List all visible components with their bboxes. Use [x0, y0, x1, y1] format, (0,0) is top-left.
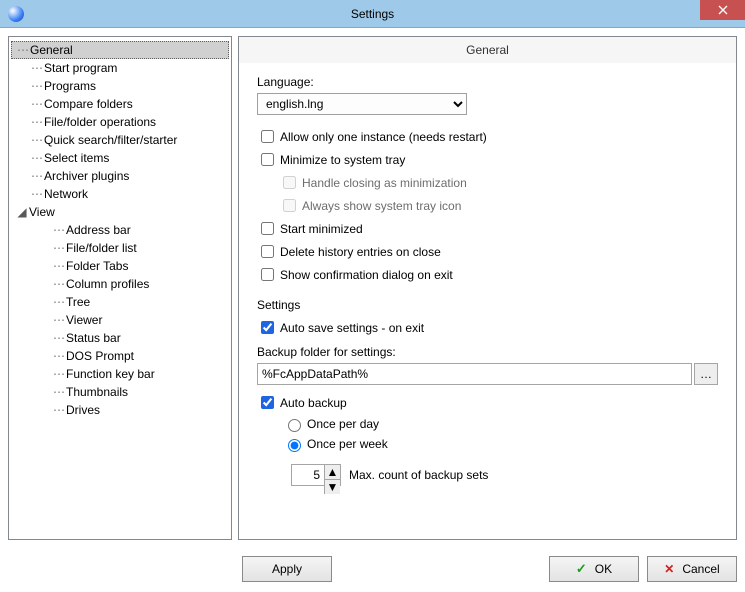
tree-item-label: Drives: [66, 403, 100, 417]
tree-item-label: Archiver plugins: [44, 169, 129, 183]
tree-item-label: Programs: [44, 79, 96, 93]
once-per-day-label: Once per day: [307, 417, 379, 431]
ok-button[interactable]: ✓OK: [549, 556, 639, 582]
always-tray-icon-checkbox: [283, 199, 296, 212]
close-button[interactable]: [700, 0, 745, 20]
language-select[interactable]: english.lng: [257, 93, 467, 115]
tree-item-label: Function key bar: [66, 367, 155, 381]
panel-header: General: [239, 37, 736, 63]
tree-item-view[interactable]: ◢View: [11, 203, 229, 221]
tree-item-status-bar[interactable]: ⋯Status bar: [11, 329, 229, 347]
tree-collapse-icon[interactable]: ◢: [15, 205, 29, 219]
auto-backup-checkbox[interactable]: [261, 396, 274, 409]
tree-item-archiver-plugins[interactable]: ⋯Archiver plugins: [11, 167, 229, 185]
delete-history-checkbox[interactable]: [261, 245, 274, 258]
close-icon: [718, 5, 728, 15]
chevron-up-icon: ▲: [327, 465, 339, 479]
tree-item-file-folder-list[interactable]: ⋯File/folder list: [11, 239, 229, 257]
tree-item-label: Address bar: [66, 223, 131, 237]
tree-item-quick-search-filter-starter[interactable]: ⋯Quick search/filter/starter: [11, 131, 229, 149]
delete-history-label: Delete history entries on close: [280, 245, 441, 259]
start-minimized-label: Start minimized: [280, 222, 363, 236]
apply-button[interactable]: Apply: [242, 556, 332, 582]
allow-one-instance-checkbox[interactable]: [261, 130, 274, 143]
tree-item-label: Start program: [44, 61, 117, 75]
tree-item-programs[interactable]: ⋯Programs: [11, 77, 229, 95]
tree-item-thumbnails[interactable]: ⋯Thumbnails: [11, 383, 229, 401]
auto-backup-label: Auto backup: [280, 396, 347, 410]
tree-item-label: Tree: [66, 295, 90, 309]
tree-item-column-profiles[interactable]: ⋯Column profiles: [11, 275, 229, 293]
backup-folder-label: Backup folder for settings:: [257, 345, 718, 359]
handle-closing-label: Handle closing as minimization: [302, 176, 467, 190]
tree-item-label: File/folder operations: [44, 115, 156, 129]
tree-item-dos-prompt[interactable]: ⋯DOS Prompt: [11, 347, 229, 365]
tree-item-drives[interactable]: ⋯Drives: [11, 401, 229, 419]
backup-path-input[interactable]: [257, 363, 692, 385]
app-icon: [8, 6, 24, 22]
window-title: Settings: [351, 7, 394, 21]
titlebar: Settings: [0, 0, 745, 28]
once-per-week-radio[interactable]: [288, 439, 301, 452]
once-per-week-label: Once per week: [307, 437, 388, 451]
tree-item-label: Status bar: [66, 331, 121, 345]
footer: Apply ✓OK ✕Cancel: [0, 548, 745, 590]
minimize-tray-label: Minimize to system tray: [280, 153, 405, 167]
start-minimized-checkbox[interactable]: [261, 222, 274, 235]
cancel-button[interactable]: ✕Cancel: [647, 556, 737, 582]
tree-item-label: Viewer: [66, 313, 102, 327]
tree-item-label: Thumbnails: [66, 385, 128, 399]
max-backup-spinner[interactable]: ▲ ▼: [291, 464, 341, 486]
tree-item-viewer[interactable]: ⋯Viewer: [11, 311, 229, 329]
tree-item-label: Compare folders: [44, 97, 133, 111]
tree-item-label: View: [29, 205, 55, 219]
right-panel: General Language: english.lng Allow only…: [238, 36, 737, 540]
tree-item-file-folder-operations[interactable]: ⋯File/folder operations: [11, 113, 229, 131]
spinner-down-button[interactable]: ▼: [324, 480, 340, 494]
check-icon: ✓: [576, 561, 587, 577]
settings-tree[interactable]: ⋯General⋯Start program⋯Programs⋯Compare …: [8, 36, 232, 540]
once-per-day-radio[interactable]: [288, 419, 301, 432]
max-backup-input[interactable]: [292, 465, 324, 485]
tree-item-label: Quick search/filter/starter: [44, 133, 177, 147]
tree-item-start-program[interactable]: ⋯Start program: [11, 59, 229, 77]
spinner-up-button[interactable]: ▲: [324, 465, 340, 480]
handle-closing-checkbox: [283, 176, 296, 189]
tree-item-label: DOS Prompt: [66, 349, 134, 363]
tree-item-label: Network: [44, 187, 88, 201]
tree-item-function-key-bar[interactable]: ⋯Function key bar: [11, 365, 229, 383]
tree-item-folder-tabs[interactable]: ⋯Folder Tabs: [11, 257, 229, 275]
auto-save-checkbox[interactable]: [261, 321, 274, 334]
auto-save-label: Auto save settings - on exit: [280, 321, 424, 335]
tree-item-compare-folders[interactable]: ⋯Compare folders: [11, 95, 229, 113]
minimize-tray-checkbox[interactable]: [261, 153, 274, 166]
always-tray-icon-label: Always show system tray icon: [302, 199, 461, 213]
tree-item-general[interactable]: ⋯General: [11, 41, 229, 59]
tree-item-network[interactable]: ⋯Network: [11, 185, 229, 203]
tree-item-address-bar[interactable]: ⋯Address bar: [11, 221, 229, 239]
allow-one-instance-label: Allow only one instance (needs restart): [280, 130, 487, 144]
x-icon: ✕: [664, 562, 674, 576]
show-confirm-exit-checkbox[interactable]: [261, 268, 274, 281]
ellipsis-icon: …: [700, 367, 712, 381]
show-confirm-exit-label: Show confirmation dialog on exit: [280, 268, 453, 282]
browse-button[interactable]: …: [694, 363, 718, 385]
settings-section-label: Settings: [257, 298, 718, 312]
tree-item-label: Select items: [44, 151, 109, 165]
tree-item-tree[interactable]: ⋯Tree: [11, 293, 229, 311]
tree-item-label: General: [30, 43, 73, 57]
chevron-down-icon: ▼: [327, 480, 339, 494]
max-backup-label: Max. count of backup sets: [349, 468, 488, 482]
tree-item-label: File/folder list: [66, 241, 137, 255]
language-label: Language:: [257, 75, 718, 89]
tree-item-label: Column profiles: [66, 277, 149, 291]
tree-item-label: Folder Tabs: [66, 259, 128, 273]
tree-item-select-items[interactable]: ⋯Select items: [11, 149, 229, 167]
